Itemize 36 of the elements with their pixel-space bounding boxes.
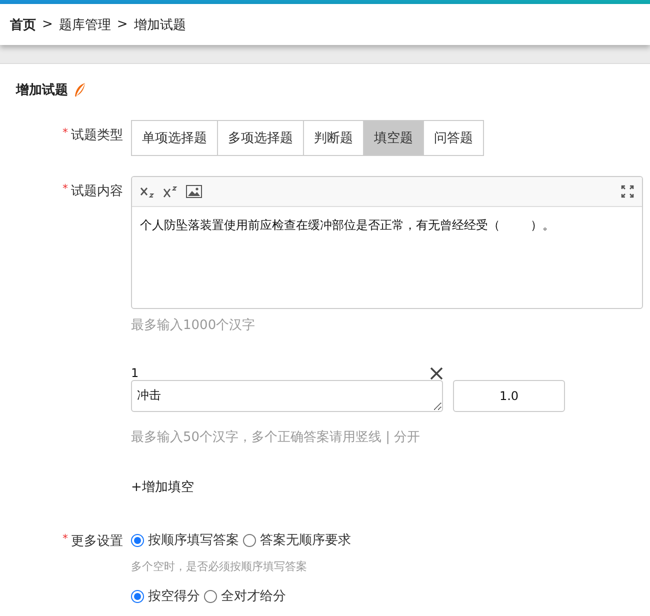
superscript-icon[interactable] [163,186,178,198]
content-hint: 最多输入1000个汉字 [131,317,256,334]
radio-option[interactable]: 答案无顺序要求 [243,531,351,549]
field-label: 更多设置 [71,533,123,550]
question-type-tab[interactable]: 填空题 [363,121,423,155]
score-field[interactable]: 1.0 [453,380,565,412]
required-mark: * [62,532,68,545]
radio-option[interactable]: 全对才给分 [204,587,286,605]
answer-field[interactable]: 冲击 [131,380,443,412]
radio-button[interactable] [131,534,144,546]
blank-hint: 最多输入50个汉字，多个正确答案请用竖线 | 分开 [131,429,420,446]
rich-text-editor[interactable]: 个人防坠落装置使用前应检查在缓冲部位是否正常，有无曾经经受（ ）。 [131,176,643,309]
image-icon[interactable] [186,185,202,198]
radio-option[interactable]: 按空得分 [131,587,200,605]
breadcrumb-link[interactable]: 题库管理 [58,16,111,34]
field-label: 试题内容 [71,183,123,200]
add-blank-button[interactable]: +增加填空 [131,478,194,496]
question-text: 个人防坠落装置使用前应检查在缓冲部位是否正常，有无曾经经受（ ）。 [139,217,556,234]
fullscreen-icon[interactable] [621,185,634,198]
setting-hint: 多个空时，是否必须按顺序填写答案 [131,559,307,574]
required-mark: * [62,182,68,195]
subscript-icon[interactable] [140,186,155,198]
breadcrumb-current: 增加试题 [134,16,186,34]
radio-button[interactable] [243,534,256,546]
radio-button[interactable] [204,590,217,602]
field-label: 试题类型 [71,127,123,144]
page-title: 增加试题 [16,82,68,99]
feather-icon [74,82,86,98]
radio-option[interactable]: 按顺序填写答案 [131,531,239,549]
radio-button[interactable] [131,590,144,602]
breadcrumb-separator: > [42,17,53,32]
required-mark: * [62,126,68,139]
blank-number: 1 [131,366,139,380]
breadcrumb-link[interactable]: 首页 [10,16,36,34]
close-icon[interactable] [430,367,443,380]
breadcrumb-separator: > [116,17,128,32]
